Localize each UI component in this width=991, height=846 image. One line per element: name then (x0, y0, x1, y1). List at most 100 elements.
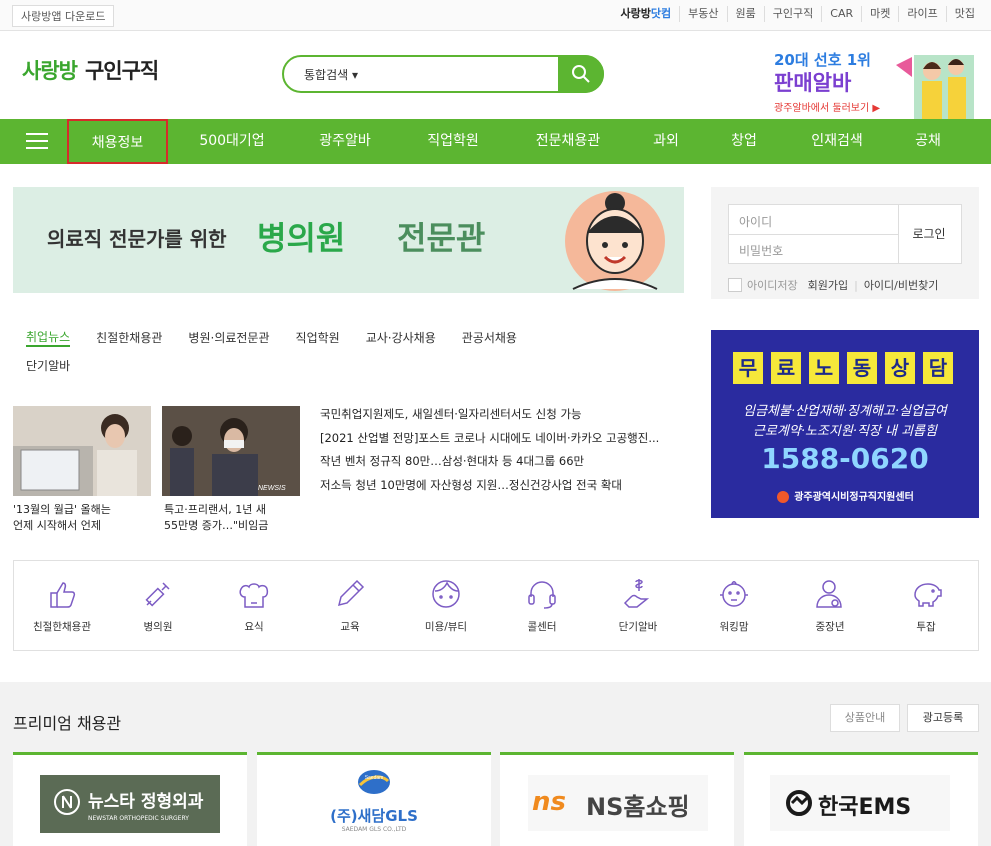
premium-recruit-section: 프리미엄 채용관 상품안내 광고등록 뉴스타 정형외과 NEWSTAR ORTH… (0, 682, 991, 846)
nav-item-jobinfo[interactable]: 채용정보 (67, 119, 168, 164)
banner-highlight-2: 전문관 (397, 219, 486, 257)
news-caption-2[interactable]: 특고·프리랜서, 1년 새 55만명 증가…"비임금 (164, 502, 304, 534)
medical-banner[interactable]: 의료직 전문가를 위한 병의원 전문관 (13, 187, 684, 293)
top-link-car[interactable]: CAR (821, 6, 861, 22)
face-icon (432, 580, 460, 608)
category-beauty[interactable]: 미용/뷰티 (398, 575, 494, 634)
login-options: 아이디저장 회원가입 | 아이디/비번찾기 (728, 277, 938, 293)
top-link-market[interactable]: 마켓 (861, 6, 898, 22)
banner-highlight-1: 병의원 (257, 219, 346, 257)
category-kind-recruit[interactable]: 친절한채용관 (14, 575, 110, 634)
news-photo-2: NEWSIS (162, 406, 300, 496)
find-account-link[interactable]: 아이디/비번찾기 (864, 277, 939, 293)
top-link-realestate[interactable]: 부동산 (679, 6, 726, 22)
tab-short-term[interactable]: 단기알바 (26, 357, 70, 374)
login-panel: 아이디 비밀번호 로그인 아이디저장 회원가입 | 아이디/비번찾기 (711, 187, 979, 299)
id-input[interactable]: 아이디 (729, 205, 899, 235)
premium-card-newstar[interactable]: 뉴스타 정형외과 NEWSTAR ORTHOPEDIC SURGERY (13, 752, 247, 846)
premium-card-korea-ems[interactable]: 한국EMS (744, 752, 978, 846)
nav-item-startup[interactable]: 창업 (718, 119, 770, 164)
category-short-term[interactable]: 단기알바 (590, 575, 686, 634)
top-utility-bar: 사랑방앱 다운로드 사랑방닷컴 부동산 원룸 구인구직 CAR 마켓 라이프 맛… (0, 0, 991, 31)
hamburger-menu-icon[interactable] (26, 133, 48, 149)
labor-org: 광주광역시비정규직지원센터 (711, 488, 979, 504)
labor-phone: 1588-0620 (761, 442, 929, 475)
tab-hospital[interactable]: 병원·의료전문관 (188, 329, 269, 346)
save-id-checkbox[interactable] (728, 278, 742, 292)
nav-item-specialty[interactable]: 전문채용관 (518, 119, 618, 164)
search-scope-select[interactable]: 통합검색 ▾ (304, 66, 358, 83)
labor-org-icon (777, 491, 790, 503)
category-education[interactable]: 교육 (302, 575, 398, 634)
promo-banner[interactable]: 20대 선호 1위 판매알바 광주알바에서 둘러보기 ▶ (770, 39, 980, 119)
category-two-jobs[interactable]: 투잡 (878, 575, 974, 634)
password-input[interactable]: 비밀번호 (729, 234, 899, 264)
saedam-emblem-icon: Saedam (358, 770, 390, 794)
top-link-oneroom[interactable]: 원룸 (726, 6, 764, 22)
pencil-icon (337, 579, 365, 607)
category-call-center[interactable]: 콜센터 (494, 575, 590, 634)
tab-kind-recruit[interactable]: 친절한채용관 (96, 329, 162, 346)
category-working-mom[interactable]: 워킹맘 (686, 575, 782, 634)
labor-title: 무료노동상담 (733, 352, 961, 384)
category-food[interactable]: 요식 (206, 575, 302, 634)
news-headline[interactable]: 저소득 청년 10만명에 자산형성 지원…정신건강사업 전국 확대 (320, 474, 659, 498)
tab-job-news[interactable]: 취업뉴스 (26, 328, 71, 347)
site-logo[interactable]: 사랑방 구인구직 (22, 55, 159, 85)
news-thumbnail-1[interactable] (13, 406, 151, 496)
newstar-emblem-icon (54, 789, 80, 815)
korea-ems-logo: 한국EMS (770, 775, 950, 831)
top-link-food[interactable]: 맛집 (945, 6, 983, 22)
promo-illustration (896, 55, 974, 119)
category-hospital[interactable]: 병의원 (110, 575, 206, 634)
doctor-illustration (565, 191, 665, 291)
main-navigation: 채용정보 500대기업 광주알바 직업학원 전문채용관 과외 창업 인재검색 공… (0, 119, 991, 164)
news-thumbnail-2[interactable]: NEWSIS (162, 406, 300, 496)
header: 사랑방 구인구직 통합검색 ▾ 20대 선호 1위 판매알바 광주알바에서 둘러… (0, 31, 991, 119)
news-headline[interactable]: [2021 산업별 전망]포스트 코로나 시대에도 네이버·카카오 고공행진..… (320, 427, 659, 451)
ns-logo: ns NS홈쇼핑 (528, 775, 708, 831)
svg-text:Saedam: Saedam (365, 775, 384, 781)
promo-line3: 광주알바에서 둘러보기 ▶ (774, 103, 881, 114)
nav-item-talent-search[interactable]: 인재검색 (792, 119, 882, 164)
tab-academy[interactable]: 직업학원 (296, 329, 340, 346)
premium-card-ns-homeshopping[interactable]: ns NS홈쇼핑 (500, 752, 734, 846)
search-bar: 통합검색 ▾ (282, 55, 604, 93)
person-glasses-icon (816, 580, 842, 608)
thumbs-up-icon (50, 582, 76, 608)
nav-item-public-recruit[interactable]: 공채 (898, 119, 958, 164)
top-link-life[interactable]: 라이프 (898, 6, 945, 22)
syringe-icon (145, 582, 170, 607)
top-link-sarangbang[interactable]: 사랑방닷컴 (613, 6, 680, 22)
app-download-link[interactable]: 사랑방앱 다운로드 (12, 5, 115, 27)
category-shortcuts: 친절한채용관 병의원 요식 교육 미용/뷰티 콜센터 단기알바 워킹맘 중장년 … (13, 560, 979, 651)
chef-hat-icon (239, 583, 269, 608)
premium-title: 프리미엄 채용관 (13, 714, 122, 733)
nav-item-tutoring[interactable]: 과외 (640, 119, 692, 164)
korea-ems-emblem-icon (786, 790, 812, 816)
ad-register-button[interactable]: 광고등록 (907, 704, 979, 732)
search-icon (572, 65, 590, 83)
join-link[interactable]: 회원가입 (808, 277, 848, 293)
product-info-button[interactable]: 상품안내 (830, 704, 900, 732)
labor-consulting-banner[interactable]: 무료노동상담 임금체불·산업재해·징계해고·실업급여 근로계약·노조지원·직장 … (711, 330, 979, 518)
news-photo-2-tag: NEWSIS (258, 485, 286, 492)
premium-card-saedam[interactable]: Saedam (주)새담GLS SAEDAM GLS CO.,LTD (257, 752, 491, 846)
news-headline[interactable]: 국민취업지원제도, 새일센터·일자리센터서도 신청 가능 (320, 403, 659, 427)
promo-line2: 판매알바 (774, 71, 852, 95)
nav-item-gwangju-alba[interactable]: 광주알바 (300, 119, 390, 164)
search-button[interactable] (558, 55, 604, 93)
category-middle-aged[interactable]: 중장년 (782, 575, 878, 634)
nav-item-academy[interactable]: 직업학원 (408, 119, 498, 164)
nav-item-top500[interactable]: 500대기업 (186, 119, 278, 164)
login-button[interactable]: 로그인 (897, 205, 961, 263)
news-headline[interactable]: 작년 벤처 정규직 80만…삼성·현대차 등 4대그룹 66만 (320, 450, 659, 474)
news-photo-1 (13, 406, 151, 496)
news-caption-1[interactable]: '13월의 월급' 올해는 언제 시작해서 언제 (13, 502, 153, 534)
login-form: 아이디 비밀번호 로그인 (728, 204, 962, 264)
saedam-logo: Saedam (주)새담GLS SAEDAM GLS CO.,LTD (257, 767, 491, 833)
content-tabs: 취업뉴스 친절한채용관 병원·의료전문관 직업학원 교사·강사채용 관공서채용 … (26, 323, 686, 379)
tab-public-office[interactable]: 관공서채용 (462, 329, 517, 346)
tab-teacher[interactable]: 교사·강사채용 (366, 329, 436, 346)
top-link-jobs[interactable]: 구인구직 (763, 6, 821, 22)
